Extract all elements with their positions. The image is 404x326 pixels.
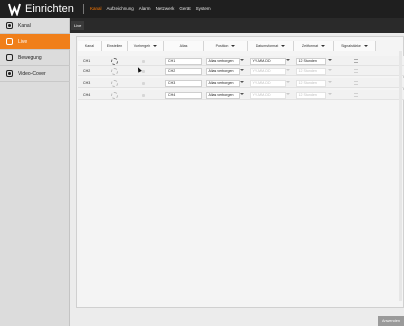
nav-item-system[interactable]: System bbox=[196, 6, 211, 11]
nav-item-alarm[interactable]: Alarm bbox=[139, 6, 151, 11]
sidebar-item-label: Live bbox=[18, 38, 28, 45]
gear-icon[interactable] bbox=[111, 57, 118, 65]
preview-checkbox[interactable] bbox=[142, 69, 145, 73]
position-select[interactable]: Alias verborgen bbox=[206, 91, 240, 99]
apply-button[interactable]: Anwenden bbox=[378, 316, 404, 326]
date-format-select: YY-MM-DD bbox=[250, 91, 286, 99]
position-select[interactable]: Alias verborgen bbox=[206, 79, 240, 87]
channel-cell: CH1 bbox=[83, 59, 91, 63]
chevron-down-icon bbox=[328, 92, 332, 95]
top-bar: Einrichten Kanal Aufzeichnung Alarm Netz… bbox=[0, 0, 404, 18]
nav-item-geraet[interactable]: Gerät bbox=[179, 6, 190, 11]
header-datumsformat[interactable]: Datumsformat bbox=[248, 41, 294, 51]
live-icon bbox=[6, 38, 13, 45]
motion-icon bbox=[6, 54, 13, 61]
alias-input[interactable]: CH4 bbox=[165, 91, 202, 99]
alias-input[interactable]: CH3 bbox=[165, 79, 202, 87]
signal-icon bbox=[354, 69, 358, 73]
table-row: CH1 CH1 Alias verborgen YY-MM-DD 12 Stun… bbox=[78, 56, 404, 66]
nav-item-aufzeichnung[interactable]: Aufzeichnung bbox=[107, 6, 134, 11]
nav-item-kanal[interactable]: Kanal bbox=[90, 6, 102, 11]
header-signalstaerke[interactable]: Signalstärke bbox=[334, 41, 376, 51]
alias-input[interactable]: CH2 bbox=[165, 67, 202, 75]
chevron-down-icon bbox=[240, 80, 244, 83]
preview-checkbox[interactable] bbox=[142, 81, 145, 85]
sidebar: Kanal Live Bewegung Video-Cover bbox=[0, 18, 70, 326]
chevron-down-icon bbox=[328, 58, 332, 61]
scrollbar[interactable] bbox=[399, 51, 402, 301]
table-row: CH3 CH3 Alias verborgen YY-MM-DD 12 Stun… bbox=[78, 78, 404, 88]
main-panel bbox=[76, 36, 404, 308]
chevron-down-icon bbox=[231, 45, 236, 48]
gear-icon[interactable] bbox=[111, 91, 118, 99]
chevron-down-icon bbox=[240, 92, 244, 95]
header-position[interactable]: Position bbox=[204, 41, 248, 51]
chevron-down-icon bbox=[286, 68, 290, 71]
tab-live[interactable]: Live bbox=[71, 21, 85, 30]
date-format-select: YY-MM-DD bbox=[250, 79, 286, 87]
chevron-down-icon bbox=[363, 45, 368, 48]
top-nav: Kanal Aufzeichnung Alarm Netzwerk Gerät … bbox=[90, 6, 211, 11]
sidebar-item-video-cover[interactable]: Video-Cover bbox=[0, 66, 70, 82]
sidebar-item-label: Bewegung bbox=[18, 54, 42, 61]
chevron-down-icon bbox=[286, 92, 290, 95]
time-format-select[interactable]: 12 Stunden bbox=[296, 57, 326, 65]
header-kanal: Kanal bbox=[78, 41, 102, 51]
chevron-down-icon bbox=[328, 68, 332, 71]
preview-checkbox[interactable] bbox=[142, 93, 145, 97]
time-format-select: 12 Stunden bbox=[296, 67, 326, 75]
table-row: CH4 CH4 Alias verborgen YY-MM-DD 12 Stun… bbox=[78, 90, 404, 100]
signal-icon bbox=[354, 93, 358, 97]
chevron-down-icon bbox=[286, 58, 290, 61]
time-format-select: 12 Stunden bbox=[296, 91, 326, 99]
header-zeitformat[interactable]: Zeitformat bbox=[294, 41, 334, 51]
sidebar-item-label: Kanal bbox=[18, 22, 31, 29]
time-format-select: 12 Stunden bbox=[296, 79, 326, 87]
date-format-select: YY-MM-DD bbox=[250, 67, 286, 75]
channel-cell: CH2 bbox=[83, 69, 91, 73]
sub-tab-bar bbox=[70, 18, 404, 33]
gear-icon[interactable] bbox=[111, 67, 118, 75]
page-title: Einrichten bbox=[25, 3, 74, 15]
header-einstellen: Einstellen bbox=[102, 41, 128, 51]
camera-icon bbox=[6, 22, 13, 29]
brand-logo bbox=[8, 3, 21, 16]
chevron-down-icon bbox=[240, 58, 244, 61]
sidebar-item-bewegung[interactable]: Bewegung bbox=[0, 50, 70, 66]
sidebar-item-live[interactable]: Live bbox=[0, 34, 70, 50]
preview-checkbox[interactable] bbox=[142, 59, 145, 63]
chevron-down-icon bbox=[321, 45, 326, 48]
signal-icon bbox=[354, 81, 358, 85]
gear-icon[interactable] bbox=[111, 79, 118, 87]
alias-input[interactable]: CH1 bbox=[165, 57, 202, 65]
nav-item-netzwerk[interactable]: Netzwerk bbox=[156, 6, 175, 11]
sidebar-item-label: Video-Cover bbox=[18, 70, 46, 77]
sidebar-item-kanal[interactable]: Kanal bbox=[0, 18, 70, 34]
chevron-down-icon bbox=[286, 80, 290, 83]
chevron-down-icon bbox=[240, 68, 244, 71]
channel-cell: CH3 bbox=[83, 81, 91, 85]
signal-icon bbox=[354, 59, 358, 63]
chevron-down-icon bbox=[153, 45, 158, 48]
channel-cell: CH4 bbox=[83, 93, 91, 97]
brand-separator bbox=[83, 4, 84, 14]
chevron-down-icon bbox=[281, 45, 286, 48]
header-alias: Alias bbox=[164, 41, 204, 51]
position-select[interactable]: Alias verborgen bbox=[206, 57, 240, 65]
table-row: CH2 CH2 Alias verborgen YY-MM-DD 12 Stun… bbox=[78, 66, 404, 76]
date-format-select[interactable]: YY-MM-DD bbox=[250, 57, 286, 65]
position-select[interactable]: Alias verborgen bbox=[206, 67, 240, 75]
video-cover-icon bbox=[6, 70, 13, 77]
chevron-down-icon bbox=[328, 80, 332, 83]
header-vorhergeh[interactable]: Vorhergeh bbox=[128, 41, 164, 51]
